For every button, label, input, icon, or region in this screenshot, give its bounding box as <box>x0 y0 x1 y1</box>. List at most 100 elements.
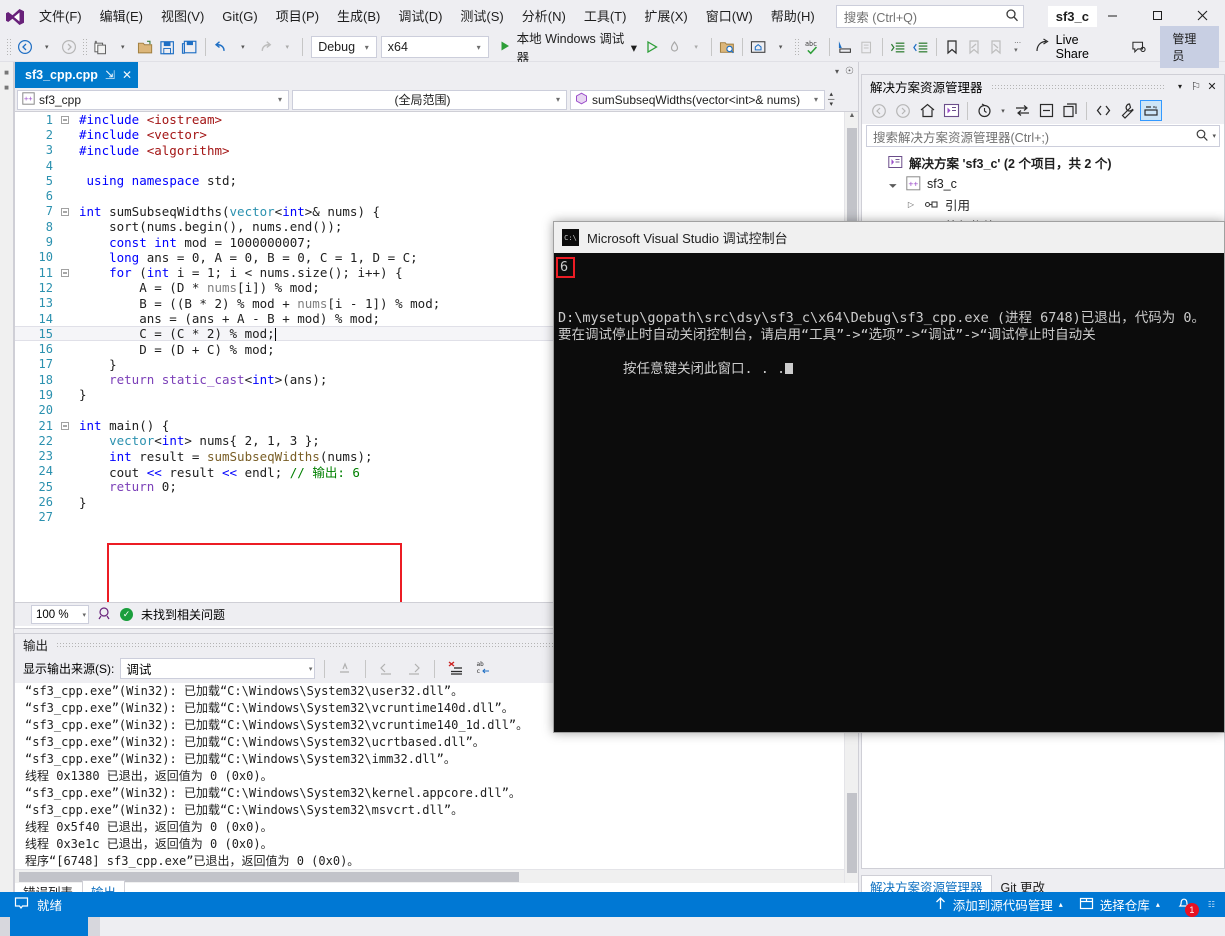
se-home-icon[interactable] <box>916 100 938 121</box>
spell-check-icon[interactable]: abc <box>801 35 824 59</box>
se-pending-changes-icon[interactable] <box>973 100 995 121</box>
se-tree-item[interactable]: 解决方案 'sf3_c' (2 个项目，共 2 个) <box>862 152 1224 173</box>
close-icon-se[interactable]: ✕ <box>1204 80 1220 93</box>
se-search-dropdown-icon[interactable]: ▾ <box>1212 132 1216 140</box>
se-forward-icon[interactable] <box>892 100 914 121</box>
resize-grip-icon[interactable]: ☷ <box>1208 900 1215 909</box>
fold-glyph[interactable] <box>61 112 69 127</box>
menu-window[interactable]: 窗口(W) <box>697 0 762 33</box>
twisty-icon[interactable]: ▷ <box>904 200 918 209</box>
next-bookmark-icon[interactable] <box>985 35 1007 59</box>
code-line[interactable]: 4 <box>15 158 844 173</box>
code-line[interactable]: 3 #include <algorithm> <box>15 143 844 158</box>
se-properties-icon[interactable] <box>1116 100 1138 121</box>
se-pending-dropdown-icon[interactable]: ▾ <box>997 100 1009 121</box>
navigate-forward-icon[interactable] <box>58 35 80 59</box>
clear-all-icon[interactable] <box>444 657 467 681</box>
menu-project[interactable]: 项目(P) <box>267 0 328 33</box>
add-to-source-control-button[interactable]: 添加到源代码管理 ▴ <box>934 895 1063 914</box>
back-dropdown-icon[interactable]: ▾ <box>36 35 58 59</box>
redo-icon[interactable] <box>254 35 276 59</box>
code-line[interactable]: 5 using namespace std; <box>15 173 844 188</box>
code-line[interactable]: 6 <box>15 188 844 203</box>
save-icon[interactable] <box>156 35 178 59</box>
live-share-button[interactable]: Live Share <box>1029 33 1118 61</box>
menu-edit[interactable]: 编辑(E) <box>91 0 152 33</box>
se-show-all-files-icon[interactable] <box>1059 100 1081 121</box>
close-icon[interactable]: ✕ <box>122 68 132 82</box>
fold-glyph[interactable] <box>61 418 69 433</box>
increase-indent-icon[interactable] <box>887 35 909 59</box>
menu-debug[interactable]: 调试(D) <box>389 0 451 33</box>
debug-console-window[interactable]: C:\ Microsoft Visual Studio 调试控制台 6 D:\m… <box>553 221 1225 733</box>
menu-test[interactable]: 测试(S) <box>451 0 512 33</box>
toolbox-tab[interactable]: ■ <box>2 68 11 77</box>
menu-file[interactable]: 文件(F) <box>30 0 91 33</box>
se-tree-item[interactable]: ◢ ++ sf3_c <box>862 173 1224 194</box>
hot-reload-dropdown-icon[interactable]: ▾ <box>685 35 707 59</box>
start-debugging-button[interactable]: 本地 Windows 调试器 ▾ <box>495 32 641 65</box>
se-view-code-icon[interactable] <box>1092 100 1114 121</box>
nav-project-combo[interactable]: ++ sf3_cpp ▾ <box>17 89 289 110</box>
comment-selection-icon[interactable] <box>834 35 856 59</box>
se-sync-with-active-document-icon[interactable] <box>1011 100 1033 121</box>
redo-dropdown-icon[interactable]: ▾ <box>276 35 298 59</box>
undo-icon[interactable] <box>210 35 232 59</box>
search-input[interactable]: 搜索 (Ctrl+Q) <box>835 5 1024 28</box>
toggle-bookmark-icon[interactable] <box>941 35 963 59</box>
open-file-icon[interactable] <box>134 35 156 59</box>
pin-icon[interactable]: ⇲ <box>105 68 115 82</box>
twisty-icon[interactable]: ◢ <box>885 176 901 192</box>
toggle-word-wrap-icon[interactable]: ab c <box>473 657 496 681</box>
output-horizontal-scrollbar[interactable] <box>15 869 844 883</box>
uncomment-selection-icon[interactable] <box>856 35 878 59</box>
save-all-icon[interactable] <box>178 35 200 59</box>
taskbar-active-item[interactable] <box>10 917 88 936</box>
pin-icon-se[interactable]: ⚐ <box>1188 80 1204 93</box>
minimize-button[interactable] <box>1090 0 1135 30</box>
undo-dropdown-icon[interactable]: ▾ <box>232 35 254 59</box>
zoom-level-combo[interactable]: 100 % ▾ <box>31 605 89 624</box>
menu-view[interactable]: 视图(V) <box>152 0 213 33</box>
navigate-back-icon[interactable] <box>14 35 36 59</box>
solution-explorer-drag-handle[interactable] <box>990 83 1164 89</box>
tab-overflow-icon[interactable]: ▾ <box>835 67 839 76</box>
decrease-indent-icon[interactable] <box>909 35 931 59</box>
se-preview-selected-items-icon[interactable] <box>1140 100 1162 121</box>
toolbar-grip[interactable] <box>6 38 12 56</box>
start-without-debugging-icon[interactable] <box>641 35 663 59</box>
hot-reload-icon[interactable] <box>663 35 685 59</box>
se-collapse-all-icon[interactable] <box>1035 100 1057 121</box>
new-project-icon[interactable] <box>90 35 112 59</box>
editor-pin-icon[interactable]: ☉ <box>845 66 854 77</box>
nav-scope-combo[interactable]: (全局范围) ▾ <box>292 89 567 110</box>
editor-tab-sf3cpp[interactable]: sf3_cpp.cpp ⇲ ✕ <box>15 62 139 88</box>
go-to-previous-message-icon[interactable] <box>375 657 397 681</box>
se-tree-item[interactable]: ▷ 引用 <box>862 194 1224 215</box>
menu-help[interactable]: 帮助(H) <box>762 0 824 33</box>
toolbar-grip-2[interactable] <box>81 38 88 56</box>
preview-dropdown-icon[interactable]: ▾ <box>770 35 792 59</box>
split-view-icon[interactable]: ▴ ─ ▾ <box>828 91 834 108</box>
select-repository-button[interactable]: 选择仓库 ▴ <box>1079 895 1160 914</box>
nav-function-combo[interactable]: sumSubseqWidths(vector<int>& nums) ▾ <box>570 89 825 110</box>
output-source-combo[interactable]: 调试 ▾ <box>120 658 316 679</box>
se-solution-icon[interactable] <box>940 100 962 121</box>
select-in-solution-explorer-icon[interactable] <box>716 35 738 59</box>
fold-glyph[interactable] <box>61 204 69 219</box>
previous-bookmark-icon[interactable] <box>963 35 985 59</box>
se-back-icon[interactable] <box>868 100 890 121</box>
solution-explorer-search-input[interactable]: 搜索解决方案资源管理器(Ctrl+;) ▾ <box>866 125 1220 147</box>
menu-git[interactable]: Git(G) <box>213 0 266 33</box>
solution-platform-combo[interactable]: x64 ▾ <box>380 36 489 58</box>
toolbar-grip-3[interactable] <box>793 38 800 56</box>
new-project-dropdown-icon[interactable]: ▾ <box>112 35 134 59</box>
notifications-button[interactable]: 1 <box>1176 895 1199 917</box>
bookmark-overflow-icon[interactable]: ⋯ ▾ <box>1007 35 1029 59</box>
chevron-down-icon-se[interactable]: ▾ <box>1172 82 1188 91</box>
preview-window-icon[interactable] <box>747 35 769 59</box>
menu-extensions[interactable]: 扩展(X) <box>635 0 696 33</box>
code-line[interactable]: 1 #include <iostream> <box>15 112 844 127</box>
code-line[interactable]: 7 int sumSubseqWidths(vector<int>& nums) … <box>15 204 844 219</box>
menu-build[interactable]: 生成(B) <box>328 0 389 33</box>
